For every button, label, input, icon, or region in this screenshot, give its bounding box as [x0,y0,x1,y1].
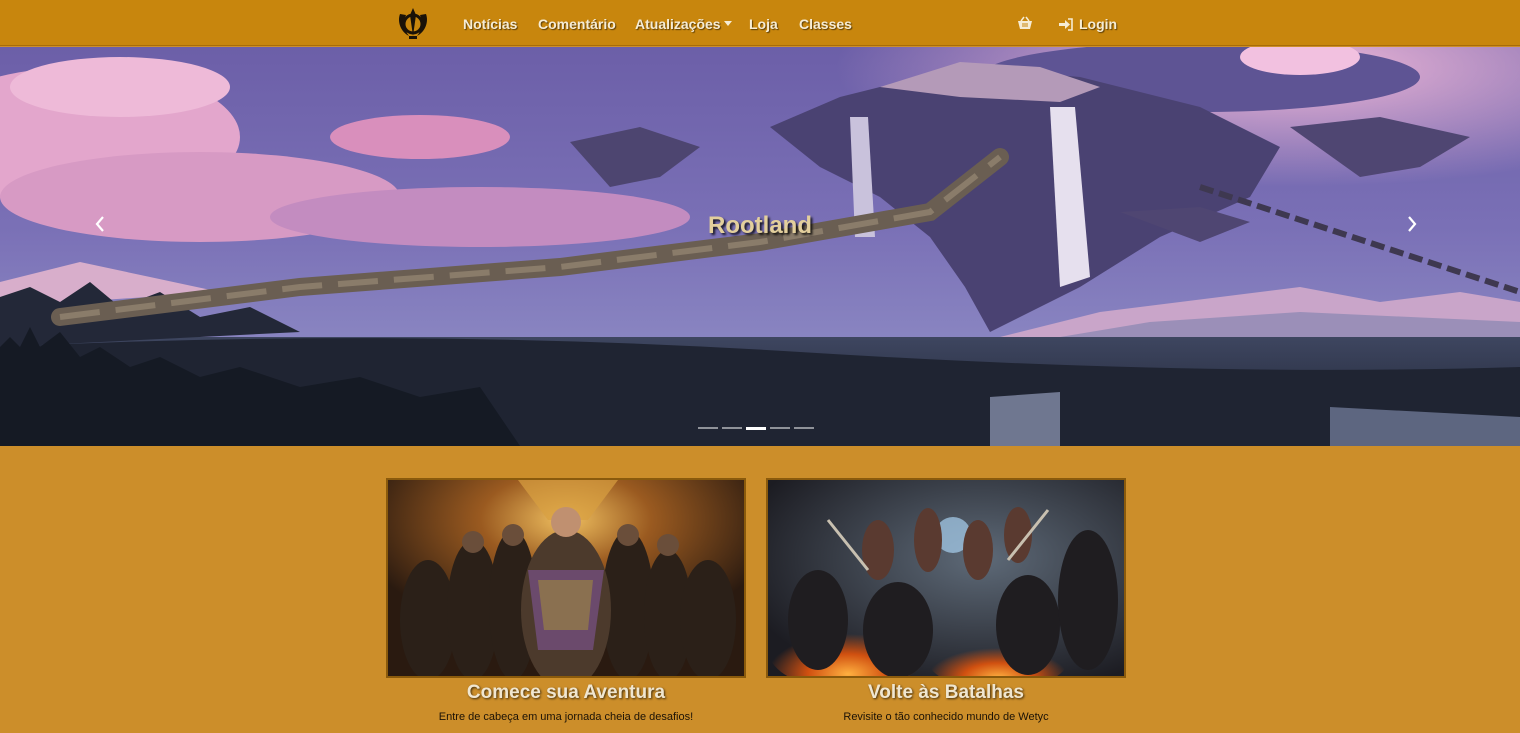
nav-dropdown-label: Atualizações [635,16,721,32]
card-image-battle[interactable] [766,478,1126,678]
carousel-indicator[interactable] [794,427,814,429]
card-title: Volte às Batalhas [868,682,1024,703]
hero-carousel: Rootland [0,47,1520,446]
basket-icon[interactable] [1017,16,1033,30]
card-image-heroes[interactable] [386,478,746,678]
nav-link-comentario[interactable]: Comentário [538,0,616,48]
heroes-group-illustration [388,480,744,676]
carousel-indicator-active[interactable] [746,427,766,430]
carousel-indicator[interactable] [722,427,742,429]
floating-island-landscape-image [0,47,1520,446]
nav-link-loja[interactable]: Loja [749,0,778,48]
card-title: Comece sua Aventura [466,682,666,703]
card-description: Revisite o tão conhecido mundo de Wetyc [843,711,1049,723]
feature-card-aventura[interactable]: Comece sua Aventura Entre de cabeça em u… [386,478,746,723]
nav-link-noticias[interactable]: Notícias [463,0,517,48]
battle-scene-illustration [768,480,1124,676]
nav-dropdown-atualizacoes[interactable]: Atualizações [635,0,732,48]
carousel-indicator[interactable] [770,427,790,429]
top-navbar: Notícias Comentário Atualizações Loja Cl… [0,0,1520,46]
card-description: Entre de cabeça em uma jornada cheia de … [438,711,694,723]
chevron-left-icon[interactable] [92,214,108,234]
navbar-container: Notícias Comentário Atualizações Loja Cl… [395,0,1125,46]
sign-in-icon [1059,18,1073,31]
carousel-indicator[interactable] [698,427,718,429]
login-link[interactable]: Login [1059,0,1117,48]
hero-title: Rootland [708,212,812,239]
caret-down-icon [723,21,732,26]
feature-card-batalhas[interactable]: Volte às Batalhas Revisite o tão conheci… [766,478,1126,723]
login-label: Login [1079,16,1118,32]
chevron-right-icon[interactable] [1404,214,1420,234]
nav-link-classes[interactable]: Classes [799,0,852,48]
khanda-emblem-icon[interactable] [395,6,431,40]
